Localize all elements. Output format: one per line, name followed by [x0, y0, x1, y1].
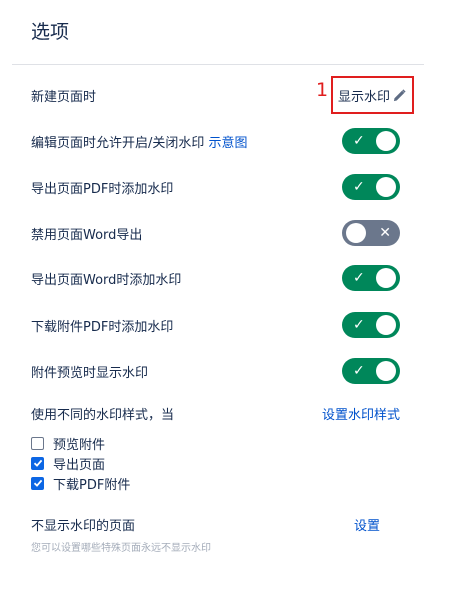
preview-row: 附件预览时显示水印 ✓	[31, 358, 400, 384]
style-checkbox-list: 预览附件 导出页面 下载PDF附件	[31, 433, 130, 493]
toggle-knob	[376, 177, 396, 197]
checkbox-label: 预览附件	[53, 437, 106, 453]
download-pdf-toggle[interactable]: ✓	[342, 312, 400, 338]
checkbox-unchecked[interactable]	[31, 436, 44, 450]
preview-label: 附件预览时显示水印	[31, 365, 149, 381]
set-watermark-style-link[interactable]: 设置水印样式	[322, 404, 400, 423]
header-divider	[12, 64, 424, 65]
export-word-row: 导出页面Word时添加水印 ✓	[31, 265, 400, 291]
checkbox-export-page[interactable]: 导出页面	[31, 453, 130, 473]
checkbox-checked[interactable]	[31, 476, 44, 490]
diagram-link[interactable]: 示意图	[209, 136, 248, 151]
check-icon: ✓	[353, 363, 365, 379]
check-icon: ✓	[353, 133, 365, 149]
no-watermark-label: 不显示水印的页面	[31, 519, 136, 534]
new-page-watermark-setting[interactable]: 显示水印	[338, 86, 406, 105]
edit-toggle-row: 编辑页面时允许开启/关闭水印 示意图 ✓	[31, 128, 400, 154]
pencil-icon[interactable]	[393, 89, 406, 102]
export-pdf-toggle[interactable]: ✓	[342, 174, 400, 200]
disable-word-row: 禁用页面Word导出 ✕	[31, 220, 400, 246]
checkbox-checked[interactable]	[31, 456, 44, 470]
edit-toggle-label: 编辑页面时允许开启/关闭水印 示意图	[31, 132, 248, 151]
edit-toggle-text: 编辑页面时允许开启/关闭水印	[31, 135, 205, 151]
export-pdf-label: 导出页面PDF时添加水印	[31, 181, 174, 197]
watermark-styles-label: 使用不同的水印样式，当	[31, 408, 175, 423]
no-watermark-row: 不显示水印的页面 设置	[31, 515, 380, 534]
checkbox-label: 导出页面	[53, 457, 106, 473]
page-title: 选项	[31, 21, 70, 43]
watermark-styles-row: 使用不同的水印样式，当 设置水印样式	[31, 404, 400, 423]
check-icon: ✓	[353, 317, 365, 333]
edit-watermark-toggle[interactable]: ✓	[342, 128, 400, 154]
export-word-label: 导出页面Word时添加水印	[31, 272, 182, 288]
disable-word-toggle[interactable]: ✕	[342, 220, 400, 246]
check-icon: ✓	[353, 270, 365, 286]
toggle-knob	[376, 361, 396, 381]
checkbox-label: 下载PDF附件	[53, 477, 131, 493]
download-pdf-row: 下载附件PDF时添加水印 ✓	[31, 312, 400, 338]
export-pdf-row: 导出页面PDF时添加水印 ✓	[31, 174, 400, 200]
check-icon	[33, 479, 42, 487]
new-page-value: 显示水印	[338, 90, 391, 105]
checkbox-preview-attachment[interactable]: 预览附件	[31, 433, 130, 453]
x-icon: ✕	[379, 225, 391, 241]
preview-toggle[interactable]: ✓	[342, 358, 400, 384]
check-icon: ✓	[353, 179, 365, 195]
toggle-knob	[346, 223, 366, 243]
disable-word-label: 禁用页面Word导出	[31, 227, 143, 243]
download-pdf-label: 下载附件PDF时添加水印	[31, 319, 174, 335]
toggle-knob	[376, 315, 396, 335]
no-watermark-settings-link[interactable]: 设置	[354, 515, 380, 534]
no-watermark-hint: 您可以设置哪些特殊页面永远不显示水印	[31, 543, 211, 554]
check-icon	[33, 459, 42, 467]
export-word-toggle[interactable]: ✓	[342, 265, 400, 291]
checkbox-download-pdf[interactable]: 下载PDF附件	[31, 473, 130, 493]
toggle-knob	[376, 268, 396, 288]
toggle-knob	[376, 131, 396, 151]
new-page-label: 新建页面时	[31, 90, 97, 105]
annotation-number: 1	[316, 79, 329, 101]
